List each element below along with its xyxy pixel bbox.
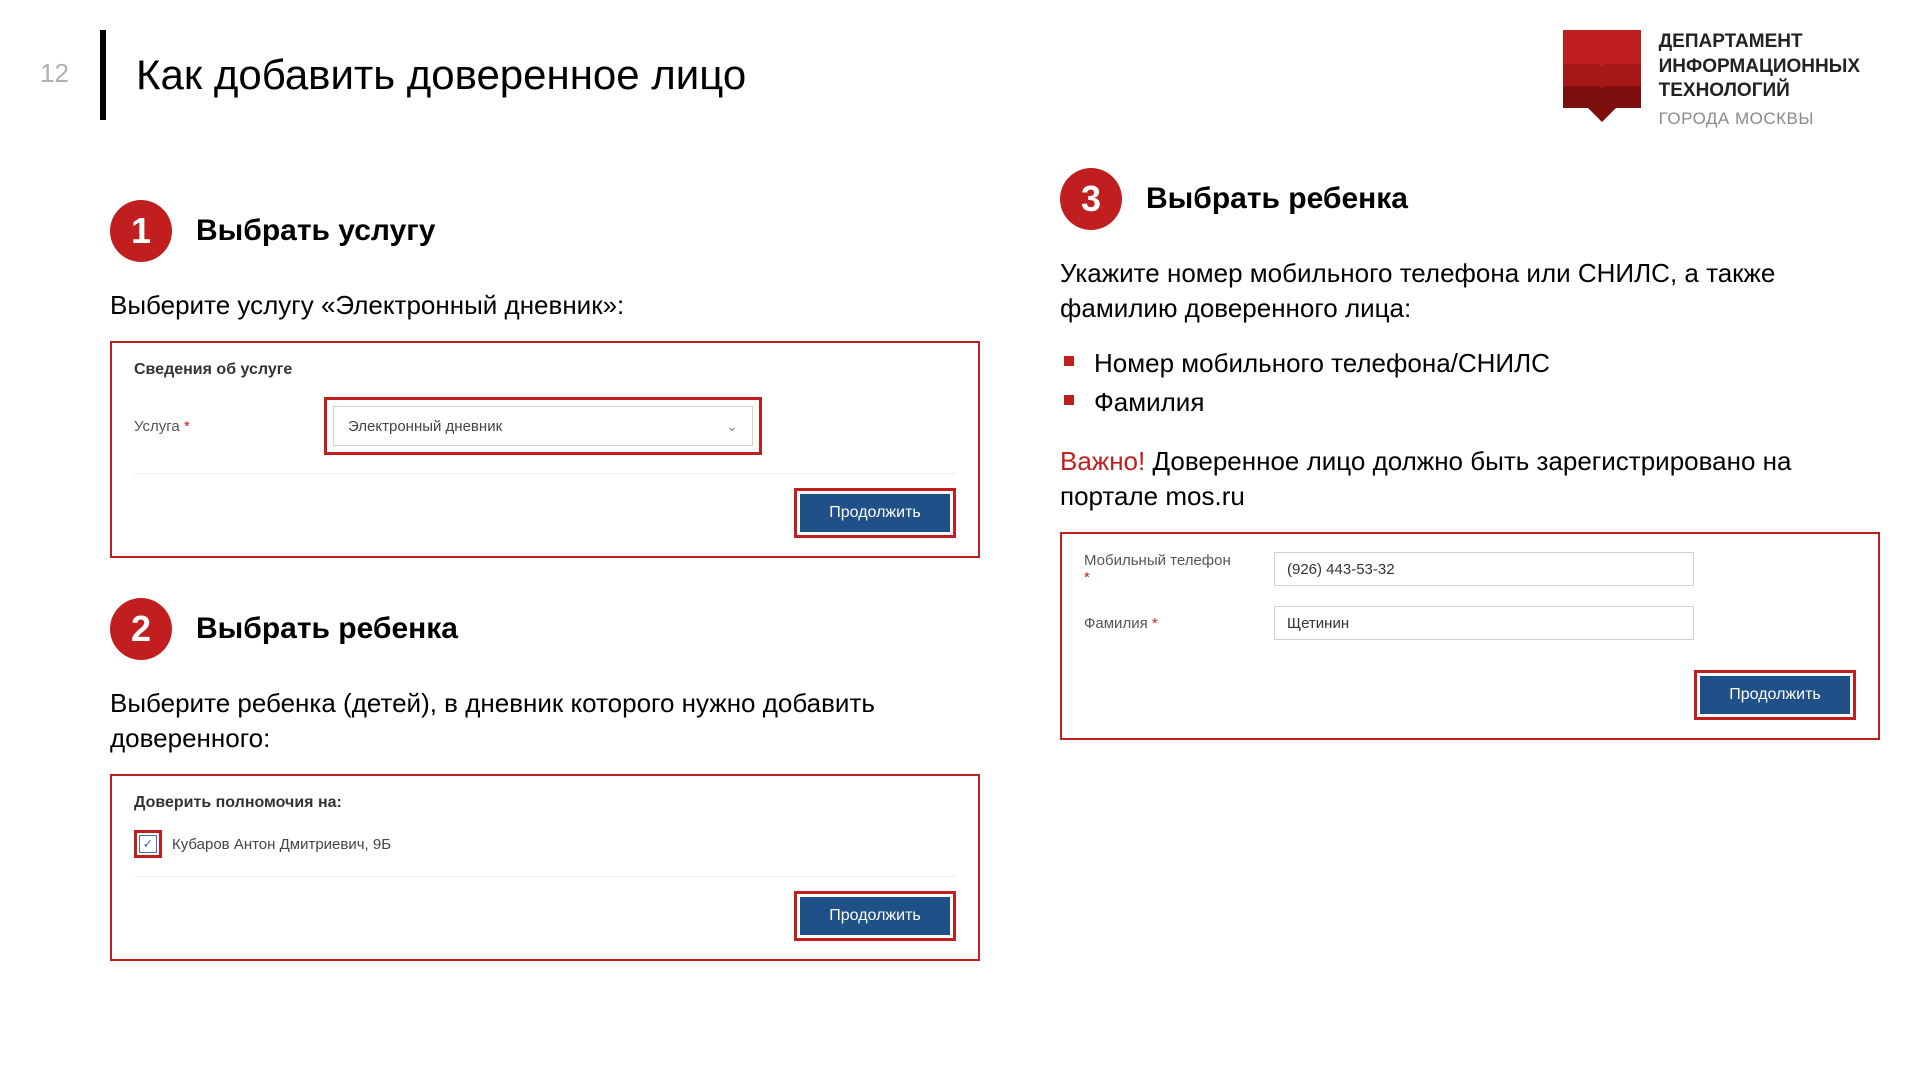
phone-input[interactable]: (926) 443-53-32	[1274, 552, 1694, 586]
chevron-down-icon: ⌄	[726, 418, 738, 435]
step3-bullets: Номер мобильного телефона/СНИЛС Фамилия	[1060, 344, 1880, 422]
bullet-lastname: Фамилия	[1094, 383, 1880, 422]
service-field-label: Услуга *	[134, 418, 284, 435]
lastname-field-label: Фамилия *	[1084, 615, 1234, 632]
brand-line4: ГОРОДА МОСКВЫ	[1659, 108, 1860, 130]
step2-header: 2 Выбрать ребенка	[110, 598, 980, 660]
step3-continue-button[interactable]: Продолжить	[1700, 676, 1850, 714]
child-name: Кубаров Антон Дмитриевич, 9Б	[172, 836, 391, 853]
step2-desc: Выберите ребенка (детей), в дневник кото…	[110, 686, 980, 756]
child-checkbox-highlight: ✓	[134, 830, 162, 858]
step2-panel-heading: Доверить полномочия на:	[134, 794, 956, 812]
step3-important: Важно! Доверенное лицо должно быть зарег…	[1060, 444, 1880, 514]
step2-title: Выбрать ребенка	[196, 612, 458, 646]
step2-continue-highlight: Продолжить	[794, 891, 956, 941]
step3-title: Выбрать ребенка	[1146, 182, 1408, 216]
title-bar: Как добавить доверенное лицо	[100, 30, 746, 120]
step1-continue-button[interactable]: Продолжить	[800, 494, 950, 532]
page-number: 12	[40, 58, 69, 89]
step1-desc: Выберите услугу «Электронный дневник»:	[110, 288, 980, 323]
step3-continue-highlight: Продолжить	[1694, 670, 1856, 720]
child-row: ✓ Кубаров Антон Дмитриевич, 9Б	[134, 830, 956, 858]
step3-panel: Мобильный телефон * (926) 443-53-32 Фами…	[1060, 532, 1880, 740]
service-dropdown[interactable]: Электронный дневник ⌄	[333, 406, 753, 446]
service-dropdown-value: Электронный дневник	[348, 418, 502, 435]
step1-title: Выбрать услугу	[196, 214, 435, 248]
step1-badge: 1	[110, 200, 172, 262]
phone-input-value: (926) 443-53-32	[1287, 561, 1395, 578]
step3-header: 3 Выбрать ребенка	[1060, 168, 1880, 230]
important-text: Доверенное лицо должно быть зарегистриро…	[1060, 446, 1791, 511]
step2-continue-button[interactable]: Продолжить	[800, 897, 950, 935]
brand-line2: ИНФОРМАЦИОННЫХ	[1659, 55, 1860, 80]
bullet-phone: Номер мобильного телефона/СНИЛС	[1094, 344, 1880, 383]
child-checkbox[interactable]: ✓	[139, 835, 157, 853]
step3-desc: Укажите номер мобильного телефона или СН…	[1060, 256, 1880, 326]
step1-header: 1 Выбрать услугу	[110, 200, 980, 262]
logo-shield-icon	[1563, 30, 1641, 120]
step2-panel: Доверить полномочия на: ✓ Кубаров Антон …	[110, 774, 980, 961]
service-dropdown-highlight: Электронный дневник ⌄	[324, 397, 762, 455]
step1-continue-highlight: Продолжить	[794, 488, 956, 538]
lastname-input[interactable]: Щетинин	[1274, 606, 1694, 640]
step1-panel: Сведения об услуге Услуга * Электронный …	[110, 341, 980, 558]
brand-line3: ТЕХНОЛОГИЙ	[1659, 79, 1860, 104]
page-title: Как добавить доверенное лицо	[136, 51, 746, 99]
step1-panel-heading: Сведения об услуге	[134, 361, 956, 379]
brand-line1: ДЕПАРТАМЕНТ	[1659, 30, 1860, 55]
step3-badge: 3	[1060, 168, 1122, 230]
phone-field-label: Мобильный телефон *	[1084, 552, 1234, 586]
important-label: Важно!	[1060, 446, 1145, 476]
logo-block: ДЕПАРТАМЕНТ ИНФОРМАЦИОННЫХ ТЕХНОЛОГИЙ ГО…	[1563, 30, 1860, 130]
step2-badge: 2	[110, 598, 172, 660]
lastname-input-value: Щетинин	[1287, 615, 1349, 632]
